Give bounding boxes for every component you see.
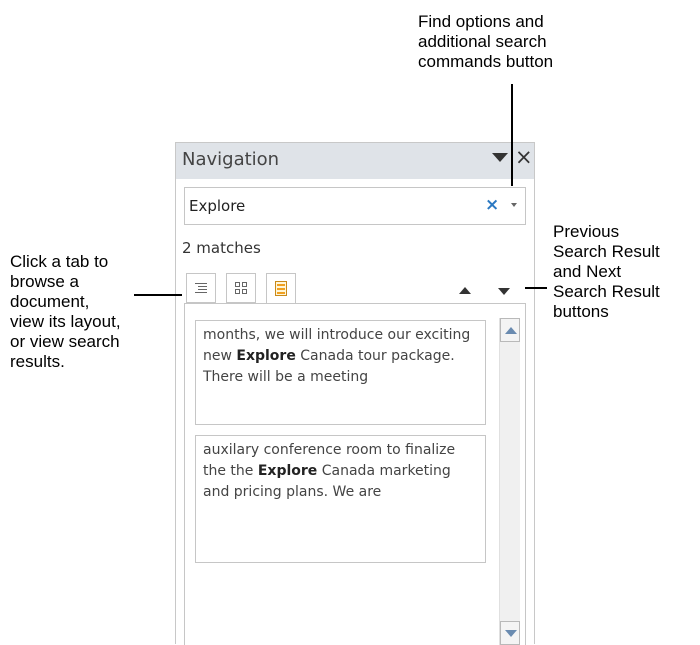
callout-line: browse a (10, 272, 79, 291)
results-area: months, we will introduce our exciting n… (184, 303, 526, 645)
callout-line: results. (10, 352, 65, 371)
search-input[interactable] (189, 194, 469, 218)
search-result-item[interactable]: auxilary conference room to finalize the… (195, 435, 486, 563)
tab-headings[interactable] (186, 273, 216, 303)
result-match: Explore (257, 463, 318, 479)
results-scrollbar[interactable] (499, 318, 520, 645)
callout-line: and Next (553, 262, 622, 281)
callout-line: Find options and (418, 12, 544, 31)
next-result-button[interactable] (498, 288, 510, 295)
callout-line: buttons (553, 302, 609, 321)
clear-search-icon[interactable]: × (485, 195, 499, 215)
tab-results[interactable] (266, 273, 296, 304)
pane-header: Navigation × (176, 143, 534, 179)
match-count: 2 matches (182, 239, 261, 257)
find-options-callout: Find options and additional search comma… (418, 12, 553, 72)
scroll-down-icon (505, 630, 517, 637)
callout-leader-line (134, 294, 182, 296)
search-result-item[interactable]: months, we will introduce our exciting n… (195, 320, 486, 425)
tabs-callout: Click a tab to browse a document, view i… (10, 252, 121, 372)
scroll-up-button[interactable] (500, 318, 520, 342)
search-box: × (184, 187, 526, 225)
callout-line: Search Result (553, 242, 660, 261)
result-match: Explore (236, 348, 296, 364)
callout-line: view its layout, (10, 312, 121, 331)
pane-title: Navigation (182, 149, 280, 170)
callout-leader-line (525, 287, 547, 289)
callout-leader-line (511, 84, 513, 186)
callout-line: or view search (10, 332, 120, 351)
previous-result-button[interactable] (459, 287, 471, 294)
callout-line: document, (10, 292, 90, 311)
callout-line: Previous (553, 222, 620, 241)
scroll-down-button[interactable] (500, 621, 520, 645)
close-icon[interactable]: × (515, 145, 533, 169)
scroll-up-icon (505, 327, 517, 334)
page-thumbnails-icon (235, 282, 247, 294)
navigation-pane: Navigation × × 2 matches (175, 142, 535, 645)
headings-list-icon (195, 283, 207, 293)
search-results-icon (275, 281, 287, 296)
search-options-icon[interactable] (511, 203, 517, 207)
callout-line: Click a tab to (10, 252, 109, 271)
tab-pages[interactable] (226, 273, 256, 303)
callout-line: commands button (418, 52, 554, 71)
callout-line: additional search (418, 32, 547, 51)
prev-next-callout: Previous Search Result and Next Search R… (553, 222, 660, 322)
triangle-down-icon[interactable] (492, 153, 508, 162)
callout-line: Search Result (553, 282, 660, 301)
